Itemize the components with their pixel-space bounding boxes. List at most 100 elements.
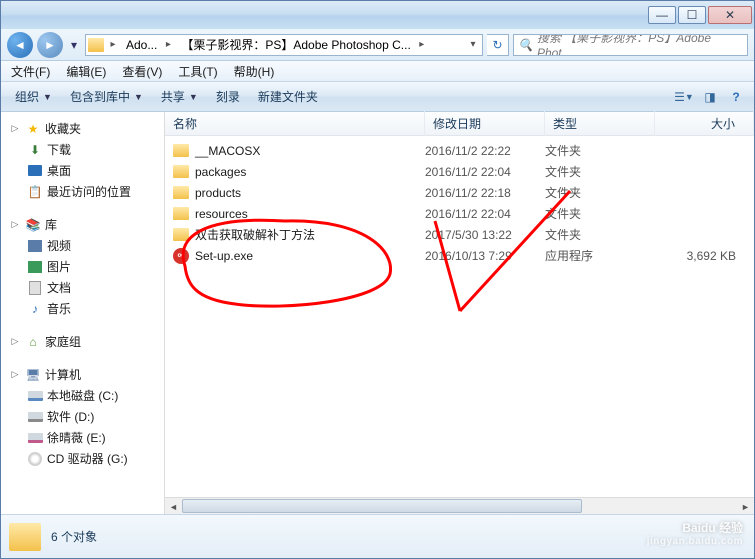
new-folder-button[interactable]: 新建文件夹 (250, 84, 326, 109)
file-date: 2016/11/2 22:04 (425, 207, 545, 221)
breadcrumb-separator[interactable]: ▸ (106, 39, 120, 50)
title-bar: — ☐ ✕ (1, 1, 754, 29)
column-name[interactable]: 名称 (165, 111, 425, 136)
file-size: 3,692 KB (655, 249, 754, 263)
column-type[interactable]: 类型 (545, 111, 655, 136)
body-area: ▷★收藏夹 ⬇下载 桌面 📋最近访问的位置 ▷📚库 视频 图片 文档 ♪音乐 ▷… (1, 112, 754, 514)
sidebar-item-video[interactable]: 视频 (1, 235, 164, 256)
file-row[interactable]: packages 2016/11/2 22:04文件夹 (165, 161, 754, 182)
breadcrumb-item[interactable]: Ado... (120, 35, 161, 55)
column-date[interactable]: 修改日期 (425, 111, 545, 136)
file-date: 2016/11/2 22:04 (425, 165, 545, 179)
computer-icon: 🖥 (25, 367, 41, 383)
breadcrumb-dropdown[interactable]: ▾ (468, 39, 482, 50)
menu-help[interactable]: 帮助(H) (228, 61, 281, 82)
menu-view[interactable]: 查看(V) (116, 61, 168, 82)
breadcrumb-bar[interactable]: ▸ Ado... ▸ 【栗子影视界：PS】Adobe Photoshop C..… (85, 34, 483, 56)
video-icon (27, 238, 43, 254)
sidebar-item-downloads[interactable]: ⬇下载 (1, 139, 164, 160)
file-list-pane: 名称 修改日期 类型 大小 __MACOSX2016/11/2 22:22文件夹… (165, 112, 754, 514)
sidebar-item-desktop[interactable]: 桌面 (1, 160, 164, 181)
close-button[interactable]: ✕ (708, 6, 752, 24)
folder-icon (173, 186, 189, 199)
file-row[interactable]: ∞Set-up.exe2016/10/13 7:29应用程序3,692 KB (165, 245, 754, 266)
sidebar-item-favorites[interactable]: ▷★收藏夹 (1, 118, 164, 139)
sidebar-item-drive-d[interactable]: 软件 (D:) (1, 406, 164, 427)
command-bar: 组织▼ 包含到库中▼ 共享▼ 刻录 新建文件夹 ☰ ▼ ◨ ? (1, 82, 754, 112)
file-type: 文件夹 (545, 142, 655, 159)
address-bar: ◄ ► ▾ ▸ Ado... ▸ 【栗子影视界：PS】Adobe Photosh… (1, 29, 754, 61)
file-row[interactable]: products2016/11/2 22:18文件夹 (165, 182, 754, 203)
sidebar-item-cd-drive[interactable]: CD 驱动器 (G:) (1, 448, 164, 469)
document-icon (27, 280, 43, 296)
help-button[interactable]: ? (724, 85, 748, 109)
recent-icon: 📋 (27, 184, 43, 200)
minimize-button[interactable]: — (648, 6, 676, 24)
file-date: 2016/11/2 22:22 (425, 144, 545, 158)
sidebar-item-recent[interactable]: 📋最近访问的位置 (1, 181, 164, 202)
file-name: resources (195, 207, 248, 221)
breadcrumb-item[interactable]: 【栗子影视界：PS】Adobe Photoshop C... (175, 35, 414, 55)
sidebar-item-drive-c[interactable]: 本地磁盘 (C:) (1, 385, 164, 406)
sidebar-item-homegroup[interactable]: ▷⌂家庭组 (1, 331, 164, 352)
share-menu[interactable]: 共享▼ (153, 84, 206, 109)
drive-icon (27, 430, 43, 446)
cd-icon (27, 451, 43, 467)
sidebar-item-pictures[interactable]: 图片 (1, 256, 164, 277)
file-row[interactable]: __MACOSX2016/11/2 22:22文件夹 (165, 140, 754, 161)
sidebar-item-computer[interactable]: ▷🖥计算机 (1, 364, 164, 385)
history-dropdown[interactable]: ▾ (67, 38, 81, 52)
picture-icon (27, 259, 43, 275)
folder-icon (173, 165, 189, 178)
download-icon: ⬇ (27, 142, 43, 158)
folder-icon (173, 144, 189, 157)
scroll-left-button[interactable]: ◄ (165, 498, 182, 515)
star-icon: ★ (25, 121, 41, 137)
sidebar-item-documents[interactable]: 文档 (1, 277, 164, 298)
search-placeholder: 搜索 【栗子影视界：PS】Adobe Phot... (537, 34, 743, 56)
column-size[interactable]: 大小 (655, 111, 754, 136)
file-type: 文件夹 (545, 184, 655, 201)
navigation-pane: ▷★收藏夹 ⬇下载 桌面 📋最近访问的位置 ▷📚库 视频 图片 文档 ♪音乐 ▷… (1, 112, 165, 514)
sidebar-item-library[interactable]: ▷📚库 (1, 214, 164, 235)
forward-button[interactable]: ► (37, 32, 63, 58)
menu-edit[interactable]: 编辑(E) (60, 61, 112, 82)
burn-button[interactable]: 刻录 (208, 84, 248, 109)
sidebar-item-music[interactable]: ♪音乐 (1, 298, 164, 319)
include-in-library[interactable]: 包含到库中▼ (62, 84, 151, 109)
menu-file[interactable]: 文件(F) (5, 61, 56, 82)
breadcrumb-separator[interactable]: ▸ (161, 39, 175, 50)
status-bar: 6 个对象 (1, 514, 754, 558)
scroll-right-button[interactable]: ► (737, 498, 754, 515)
file-type: 文件夹 (545, 163, 655, 180)
homegroup-icon: ⌂ (25, 334, 41, 350)
file-name: packages (195, 165, 246, 179)
file-name: 双击获取破解补丁方法 (195, 226, 315, 243)
search-icon: 🔍 (518, 38, 533, 52)
view-options-button[interactable]: ☰ ▼ (672, 85, 696, 109)
folder-icon (88, 38, 104, 52)
menu-tools[interactable]: 工具(T) (172, 61, 223, 82)
folder-icon (173, 207, 189, 220)
status-text: 6 个对象 (51, 528, 97, 545)
file-type: 文件夹 (545, 226, 655, 243)
sidebar-item-drive-e[interactable]: 徐晴薇 (E:) (1, 427, 164, 448)
preview-pane-button[interactable]: ◨ (698, 85, 722, 109)
breadcrumb-separator[interactable]: ▸ (415, 39, 429, 50)
search-input[interactable]: 🔍 搜索 【栗子影视界：PS】Adobe Phot... (513, 34, 748, 56)
file-row[interactable]: 双击获取破解补丁方法2017/5/30 13:22文件夹 (165, 224, 754, 245)
library-icon: 📚 (25, 217, 41, 233)
file-row[interactable]: resources2016/11/2 22:04文件夹 (165, 203, 754, 224)
drive-icon (27, 409, 43, 425)
explorer-window: — ☐ ✕ ◄ ► ▾ ▸ Ado... ▸ 【栗子影视界：PS】Adobe P… (0, 0, 755, 559)
horizontal-scrollbar[interactable]: ◄ ► (165, 497, 754, 514)
organize-menu[interactable]: 组织▼ (7, 84, 60, 109)
file-name: products (195, 186, 241, 200)
refresh-button[interactable]: ↻ (487, 34, 509, 56)
folder-icon (9, 523, 41, 551)
scroll-thumb[interactable] (182, 499, 582, 513)
back-button[interactable]: ◄ (7, 32, 33, 58)
maximize-button[interactable]: ☐ (678, 6, 706, 24)
drive-icon (27, 388, 43, 404)
desktop-icon (27, 163, 43, 179)
